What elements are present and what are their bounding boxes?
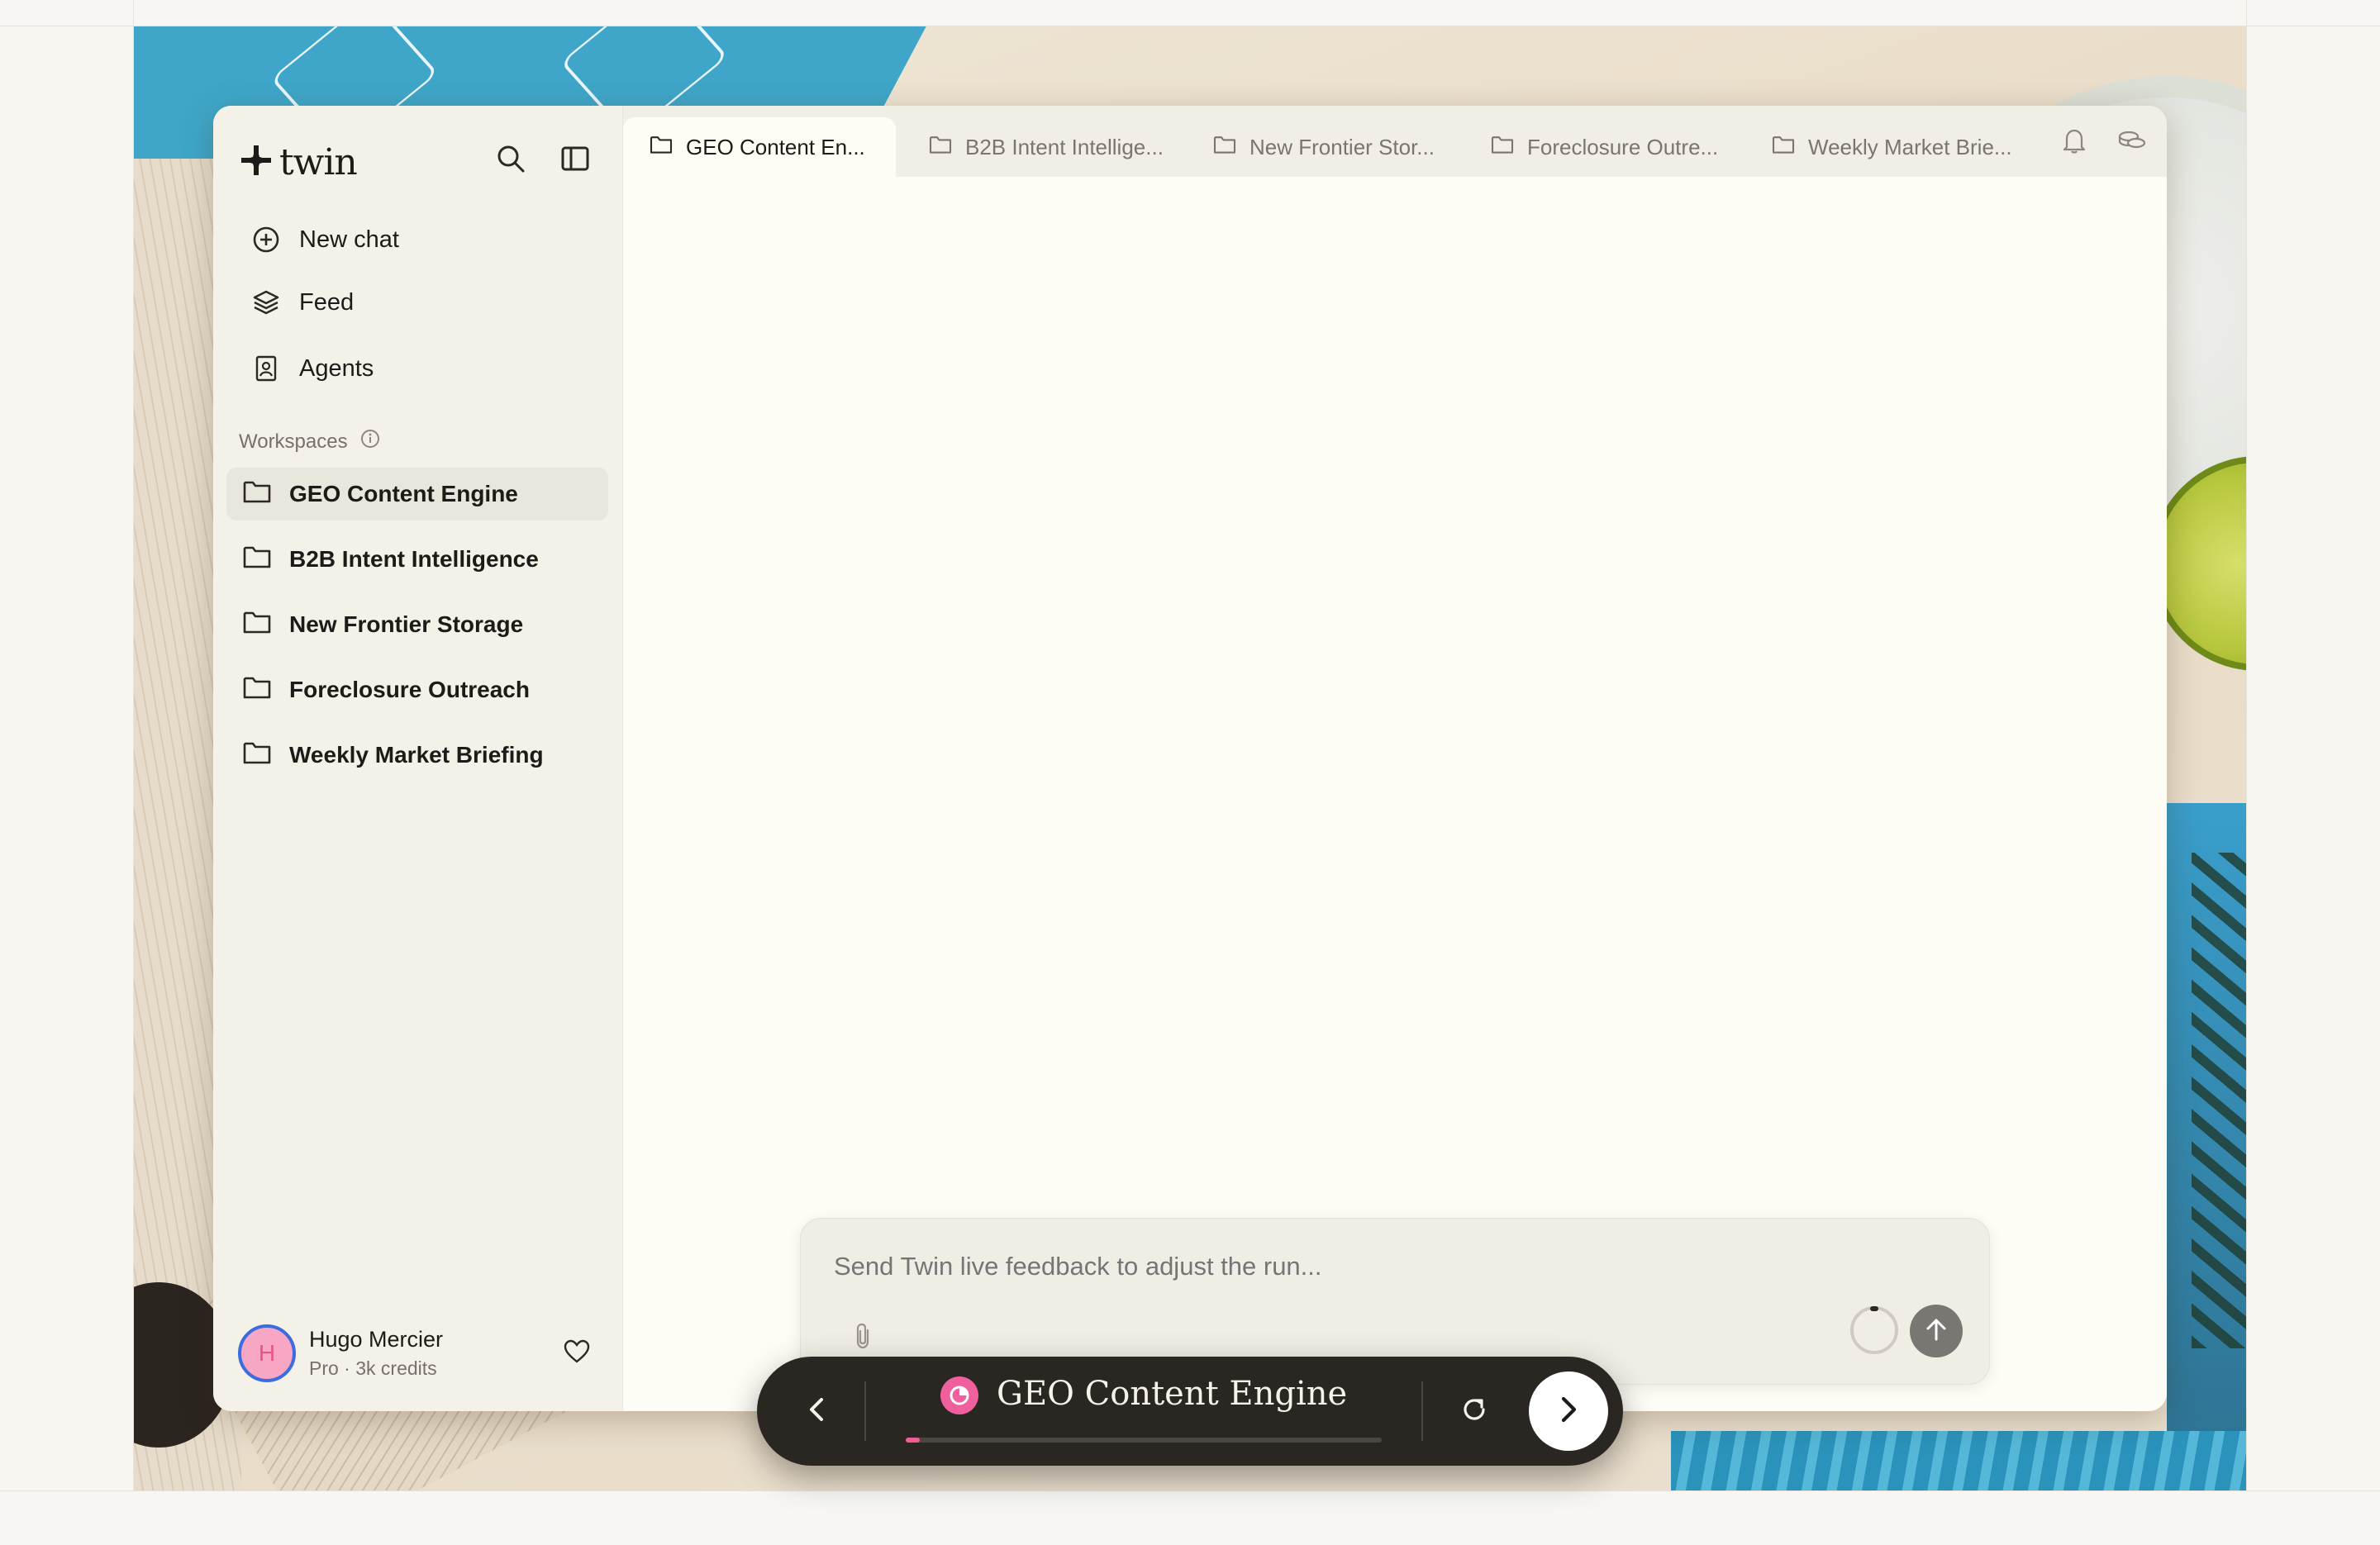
- badge-icon: [251, 354, 281, 383]
- coins-icon: [2117, 128, 2147, 157]
- sidebar-panel-icon: [560, 144, 590, 178]
- folder-icon: [243, 544, 271, 575]
- sidebar: twin New chat Feed Agents Workspaces GEO…: [213, 106, 623, 1411]
- search-icon: [496, 144, 526, 178]
- user-plan: Pro · 3k credits: [309, 1357, 437, 1379]
- nav-agents[interactable]: Agents: [230, 342, 610, 395]
- send-button[interactable]: [1910, 1305, 1963, 1357]
- user-name: Hugo Mercier: [309, 1327, 444, 1352]
- credits-button[interactable]: [2114, 124, 2150, 160]
- workspace-label: GEO Content Engine: [289, 481, 518, 506]
- previous-button[interactable]: [798, 1393, 835, 1429]
- tab-label: New Frontier Stor...: [1250, 134, 1435, 159]
- nav-feed[interactable]: Feed: [230, 276, 610, 329]
- favorite-button[interactable]: [560, 1337, 593, 1370]
- workspace-item-geo-content-engine[interactable]: GEO Content Engine: [226, 468, 608, 521]
- brand-logo[interactable]: twin: [240, 137, 358, 187]
- chevron-left-icon: [807, 1395, 826, 1428]
- workspace-status-icon: [940, 1376, 978, 1414]
- page-bottom-strip: [0, 1490, 2380, 1545]
- user-info: Hugo Mercier Pro · 3k credits: [309, 1327, 443, 1380]
- workspace-label: Foreclosure Outreach: [289, 677, 530, 702]
- divider: [1421, 1381, 1423, 1441]
- nav-label: Agents: [299, 354, 374, 382]
- nav-label: Feed: [299, 288, 355, 316]
- chevron-right-icon: [1558, 1395, 1579, 1429]
- page-guide-right: [2246, 0, 2247, 1545]
- run-control-bar: GEO Content Engine: [757, 1357, 1623, 1466]
- folder-icon: [929, 135, 952, 160]
- paperclip-icon: [854, 1322, 873, 1354]
- avatar-initial: H: [258, 1340, 276, 1366]
- folder-icon: [243, 479, 271, 510]
- workspaces-header-label: Workspaces: [239, 430, 348, 453]
- folder-icon: [1491, 135, 1514, 160]
- search-button[interactable]: [489, 139, 532, 182]
- feedback-input[interactable]: [834, 1252, 1908, 1281]
- avatar[interactable]: H: [238, 1324, 296, 1382]
- tab-weekly-market-briefing[interactable]: Weekly Market Brie...: [1745, 117, 2012, 177]
- page-top-strip: [0, 0, 2380, 26]
- workspaces-header: Workspaces: [239, 428, 381, 455]
- app-window: twin New chat Feed Agents Workspaces GEO…: [213, 106, 2167, 1411]
- workspace-label: B2B Intent Intelligence: [289, 546, 539, 572]
- run-progress-bar: [906, 1438, 1382, 1443]
- tab-label: Weekly Market Brie...: [1808, 134, 2012, 159]
- workspace-label: New Frontier Storage: [289, 611, 524, 637]
- folder-icon: [243, 675, 271, 706]
- tab-bar: GEO Content En... B2B Intent Intellige..…: [623, 106, 2167, 177]
- folder-icon: [650, 135, 673, 160]
- arrow-up-icon: [1922, 1315, 1950, 1348]
- refresh-icon: [1459, 1395, 1489, 1429]
- brand-name: twin: [279, 140, 358, 183]
- info-icon[interactable]: [359, 428, 381, 455]
- palm-decoration: [2192, 853, 2246, 1348]
- workspace-item-weekly-market-briefing[interactable]: Weekly Market Briefing: [226, 729, 608, 782]
- attach-button[interactable]: [849, 1321, 878, 1354]
- folder-icon: [243, 740, 271, 771]
- notifications-button[interactable]: [2056, 124, 2092, 160]
- divider: [864, 1381, 866, 1441]
- layers-icon: [251, 288, 281, 317]
- run-progress-fill: [906, 1438, 921, 1443]
- nav-new-chat[interactable]: New chat: [230, 213, 610, 266]
- folder-icon: [1213, 135, 1236, 160]
- tab-label: Foreclosure Outre...: [1527, 134, 1719, 159]
- water-decoration: [1671, 1431, 2246, 1490]
- loading-spinner-icon: [1850, 1306, 1898, 1354]
- tab-b2b-intent-intelligence[interactable]: B2B Intent Intellige...: [902, 117, 1164, 177]
- tab-label: GEO Content En...: [686, 134, 865, 159]
- tab-new-frontier-storage[interactable]: New Frontier Stor...: [1187, 117, 1435, 177]
- workspace-item-new-frontier-storage[interactable]: New Frontier Storage: [226, 598, 608, 651]
- heart-icon: [564, 1339, 590, 1368]
- refresh-button[interactable]: [1456, 1393, 1492, 1429]
- bell-icon: [2062, 127, 2087, 158]
- workspace-item-foreclosure-outreach[interactable]: Foreclosure Outreach: [226, 663, 608, 716]
- run-title: GEO Content Engine: [997, 1375, 1348, 1413]
- plus-circle-icon: [251, 225, 281, 254]
- next-button[interactable]: [1529, 1371, 1608, 1451]
- workspace-item-b2b-intent-intelligence[interactable]: B2B Intent Intelligence: [226, 533, 608, 586]
- twin-logo-icon: [240, 144, 273, 181]
- tab-foreclosure-outreach[interactable]: Foreclosure Outre...: [1464, 117, 1718, 177]
- toggle-sidebar-button[interactable]: [554, 139, 597, 182]
- user-profile[interactable]: H Hugo Mercier Pro · 3k credits: [238, 1320, 610, 1386]
- folder-icon: [243, 610, 271, 640]
- folder-icon: [1772, 135, 1795, 160]
- tab-geo-content-engine[interactable]: GEO Content En...: [623, 117, 896, 177]
- workspace-label: Weekly Market Briefing: [289, 742, 544, 768]
- tab-label: B2B Intent Intellige...: [965, 134, 1164, 159]
- nav-label: New chat: [299, 226, 399, 253]
